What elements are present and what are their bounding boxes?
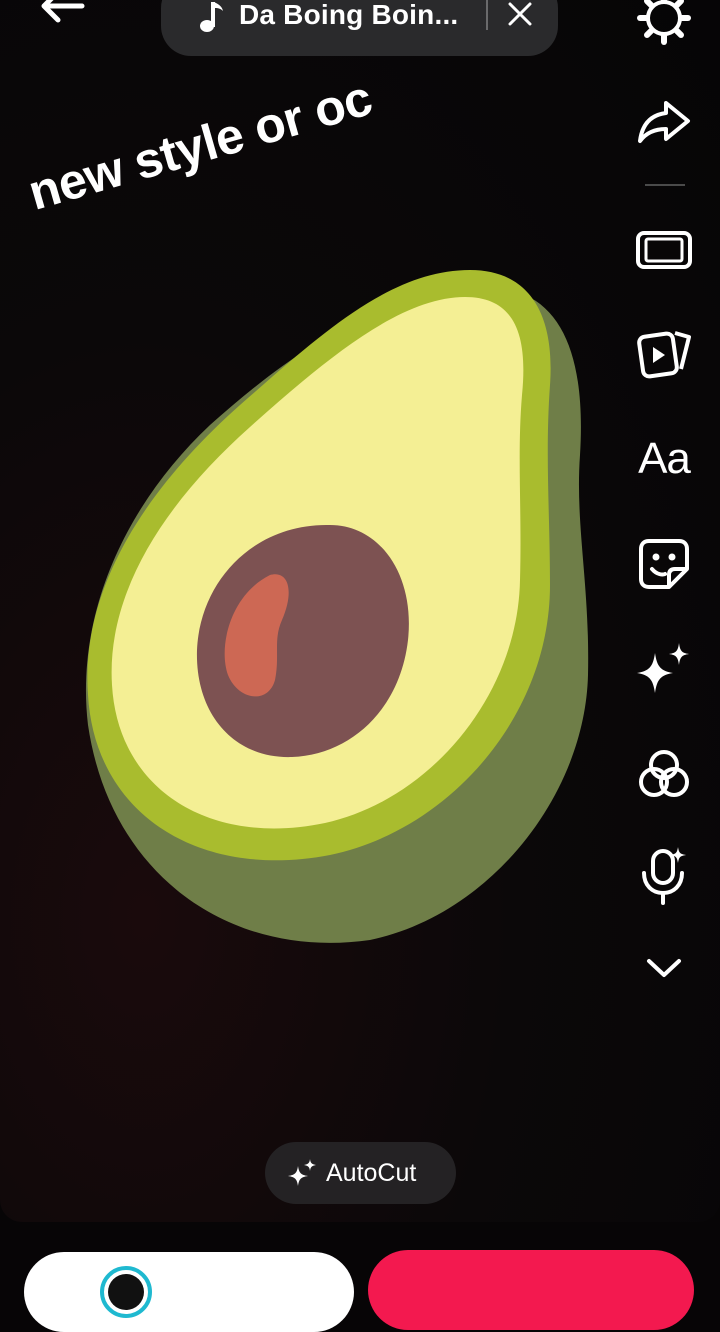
music-selector[interactable]: Da Boing Boin...	[161, 0, 558, 56]
text-button[interactable]: Aa	[624, 427, 704, 491]
avocado-image	[85, 270, 589, 943]
voice-effects-button[interactable]	[624, 844, 704, 908]
settings-gear-icon	[637, 0, 691, 45]
filters-button[interactable]	[624, 742, 704, 806]
chevron-down-icon	[647, 959, 681, 977]
share-arrow-icon	[638, 101, 690, 143]
templates-button[interactable]	[624, 320, 704, 384]
autocut-label: AutoCut	[326, 1159, 417, 1187]
back-button[interactable]	[38, 0, 88, 36]
pill-divider	[486, 0, 488, 30]
more-tools-button[interactable]	[624, 936, 704, 1000]
templates-icon	[637, 331, 691, 379]
back-arrow-icon	[41, 0, 85, 23]
effects-button[interactable]	[624, 636, 704, 700]
text-icon: Aa	[638, 434, 691, 483]
filters-icon	[639, 750, 689, 797]
aspect-ratio-icon	[636, 231, 692, 269]
toolbar-divider	[645, 184, 685, 186]
aspect-ratio-button[interactable]	[624, 218, 704, 282]
video-canvas[interactable]: Da Boing Boin... new style or oc Aa Auto…	[0, 0, 720, 1222]
story-avatar-icon	[100, 1266, 152, 1318]
autocut-button[interactable]: AutoCut	[265, 1142, 456, 1204]
close-icon[interactable]	[505, 0, 535, 29]
overlay-caption-text[interactable]: new style or oc	[22, 68, 378, 221]
sparkle-icon	[288, 1159, 316, 1186]
your-story-button[interactable]	[24, 1252, 354, 1332]
music-title: Da Boing Boin...	[239, 0, 459, 30]
sticker-button[interactable]	[624, 532, 704, 596]
sticker-icon	[639, 539, 689, 589]
effects-sparkle-icon	[637, 643, 689, 693]
next-button[interactable]	[368, 1250, 694, 1330]
music-note-icon	[200, 2, 223, 32]
settings-button[interactable]	[624, 0, 704, 50]
voice-effects-mic-icon	[642, 847, 686, 905]
share-button[interactable]	[624, 90, 704, 154]
